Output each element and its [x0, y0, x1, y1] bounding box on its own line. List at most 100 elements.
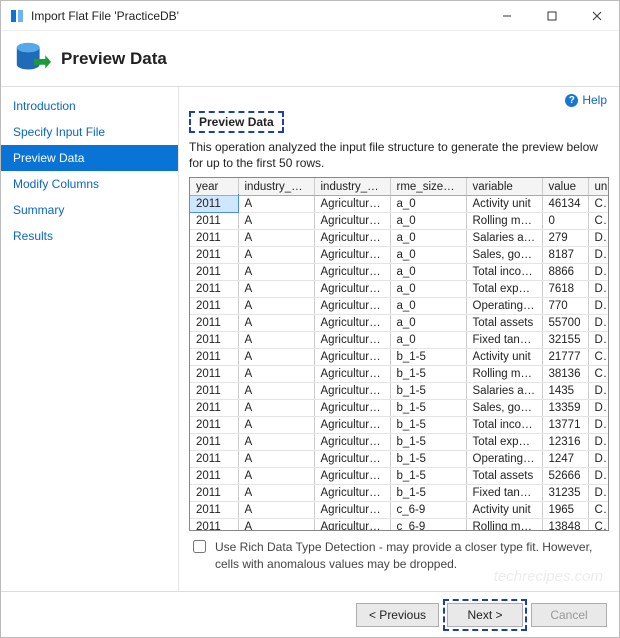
previous-button[interactable]: < Previous — [356, 603, 439, 627]
table-cell: Rolling mea... — [466, 518, 542, 530]
nav-item-specify-input-file[interactable]: Specify Input File — [1, 119, 178, 145]
table-row[interactable]: 2011AAgriculture, ...b_1-5Total expen...… — [190, 433, 608, 450]
table-cell: Agriculture, ... — [314, 212, 390, 229]
table-cell: 8866 — [542, 263, 588, 280]
maximize-button[interactable] — [529, 1, 574, 31]
table-row[interactable]: 2011AAgriculture, ...a_0Operating p...77… — [190, 297, 608, 314]
nav-item-results[interactable]: Results — [1, 223, 178, 249]
table-cell: DOL — [588, 280, 608, 297]
table-cell: DOL — [588, 314, 608, 331]
table-cell: A — [238, 484, 314, 501]
table-cell: DOL — [588, 297, 608, 314]
table-row[interactable]: 2011AAgriculture, ...b_1-5Salaries and..… — [190, 382, 608, 399]
table-row[interactable]: 2011AAgriculture, ...b_1-5Total income13… — [190, 416, 608, 433]
table-row[interactable]: 2011AAgriculture, ...a_0Total income8866… — [190, 263, 608, 280]
cancel-button[interactable]: Cancel — [531, 603, 607, 627]
table-cell: DOL — [588, 263, 608, 280]
table-cell: Agriculture, ... — [314, 518, 390, 530]
table-row[interactable]: 2011AAgriculture, ...b_1-5Rolling mea...… — [190, 365, 608, 382]
page-title: Preview Data — [61, 49, 167, 69]
table-cell: Salaries and... — [466, 382, 542, 399]
table-cell: Agriculture, ... — [314, 416, 390, 433]
rich-type-detection-row[interactable]: Use Rich Data Type Detection - may provi… — [189, 539, 609, 571]
table-cell: 21777 — [542, 348, 588, 365]
table-cell: 1247 — [542, 450, 588, 467]
table-cell: A — [238, 501, 314, 518]
nav-item-summary[interactable]: Summary — [1, 197, 178, 223]
table-cell: Operating p... — [466, 450, 542, 467]
table-cell: 2011 — [190, 518, 238, 530]
table-cell: 2011 — [190, 501, 238, 518]
table-cell: b_1-5 — [390, 433, 466, 450]
table-cell: A — [238, 212, 314, 229]
table-row[interactable]: 2011AAgriculture, ...b_1-5Operating p...… — [190, 450, 608, 467]
rich-type-detection-checkbox[interactable] — [193, 540, 206, 553]
column-header[interactable]: unit — [588, 178, 608, 195]
table-cell: DOL — [588, 399, 608, 416]
window-title: Import Flat File 'PracticeDB' — [31, 9, 179, 23]
table-cell: Agriculture, ... — [314, 297, 390, 314]
table-cell: DOL — [588, 484, 608, 501]
column-header[interactable]: rme_size_grp — [390, 178, 466, 195]
table-row[interactable]: 2011AAgriculture, ...c_6-9Rolling mea...… — [190, 518, 608, 530]
table-cell: Agriculture, ... — [314, 314, 390, 331]
table-cell: 2011 — [190, 246, 238, 263]
table-cell: Agriculture, ... — [314, 348, 390, 365]
table-cell: A — [238, 229, 314, 246]
table-row[interactable]: 2011AAgriculture, ...b_1-5Sales, gover..… — [190, 399, 608, 416]
table-row[interactable]: 2011AAgriculture, ...b_1-5Activity unit2… — [190, 348, 608, 365]
table-cell: 2011 — [190, 195, 238, 212]
column-header[interactable]: variable — [466, 178, 542, 195]
section-title: Preview Data — [199, 115, 274, 129]
minimize-button[interactable] — [484, 1, 529, 31]
table-row[interactable]: 2011AAgriculture, ...a_0Sales, gover...8… — [190, 246, 608, 263]
table-row[interactable]: 2011AAgriculture, ...b_1-5Total assets52… — [190, 467, 608, 484]
table-row[interactable]: 2011AAgriculture, ...a_0Fixed tangi...32… — [190, 331, 608, 348]
table-cell: 0 — [542, 212, 588, 229]
table-cell: 2011 — [190, 297, 238, 314]
table-row[interactable]: 2011AAgriculture, ...b_1-5Fixed tangi...… — [190, 484, 608, 501]
table-cell: A — [238, 331, 314, 348]
column-header[interactable]: industry_code — [238, 178, 314, 195]
nav-item-preview-data[interactable]: Preview Data — [1, 145, 178, 171]
table-row[interactable]: 2011AAgriculture, ...c_6-9Activity unit1… — [190, 501, 608, 518]
table-row[interactable]: 2011AAgriculture, ...a_0Salaries and...2… — [190, 229, 608, 246]
table-cell: 2011 — [190, 467, 238, 484]
close-button[interactable] — [574, 1, 619, 31]
table-cell: Total expen... — [466, 280, 542, 297]
table-cell: Agriculture, ... — [314, 195, 390, 212]
table-cell: 13848 — [542, 518, 588, 530]
table-cell: DOL — [588, 416, 608, 433]
table-row[interactable]: 2011AAgriculture, ...a_0Rolling mea...0C… — [190, 212, 608, 229]
table-cell: A — [238, 416, 314, 433]
column-header[interactable]: value — [542, 178, 588, 195]
table-row[interactable]: 2011AAgriculture, ...a_0Activity unit461… — [190, 195, 608, 212]
table-cell: A — [238, 467, 314, 484]
table-cell: Agriculture, ... — [314, 382, 390, 399]
nav-item-introduction[interactable]: Introduction — [1, 93, 178, 119]
next-button[interactable]: Next > — [447, 603, 523, 627]
table-cell: Salaries and... — [466, 229, 542, 246]
table-cell: DOL — [588, 246, 608, 263]
table-cell: Agriculture, ... — [314, 399, 390, 416]
table-row[interactable]: 2011AAgriculture, ...a_0Total assets5570… — [190, 314, 608, 331]
table-row[interactable]: 2011AAgriculture, ...a_0Total expen...76… — [190, 280, 608, 297]
table-cell: A — [238, 263, 314, 280]
table-cell: Fixed tangi... — [466, 331, 542, 348]
column-header[interactable]: year — [190, 178, 238, 195]
table-cell: 1435 — [542, 382, 588, 399]
nav-item-modify-columns[interactable]: Modify Columns — [1, 171, 178, 197]
help-icon: ? — [565, 94, 578, 107]
table-cell: Activity unit — [466, 195, 542, 212]
rich-type-detection-label: Use Rich Data Type Detection - may provi… — [215, 539, 609, 571]
column-header[interactable]: industry_name — [314, 178, 390, 195]
table-cell: Fixed tangi... — [466, 484, 542, 501]
table-cell: a_0 — [390, 314, 466, 331]
table-cell: A — [238, 518, 314, 530]
grid-scroll[interactable]: yearindustry_codeindustry_namerme_size_g… — [190, 178, 608, 530]
table-cell: Operating p... — [466, 297, 542, 314]
table-cell: A — [238, 399, 314, 416]
table-cell: c_6-9 — [390, 501, 466, 518]
help-link[interactable]: ? Help — [565, 93, 607, 107]
table-cell: Total expen... — [466, 433, 542, 450]
